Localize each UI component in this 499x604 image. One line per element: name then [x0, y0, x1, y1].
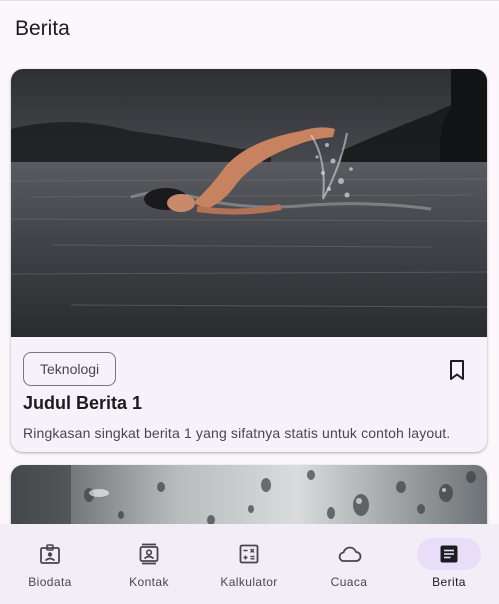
- nav-item-biodata[interactable]: Biodata: [0, 524, 100, 604]
- nav-item-cuaca[interactable]: Cuaca: [299, 524, 399, 604]
- nav-item-kalkulator[interactable]: Kalkulator: [199, 524, 299, 604]
- contacts-icon: [138, 543, 160, 565]
- bookmark-icon[interactable]: [447, 359, 467, 381]
- news-card[interactable]: [11, 465, 487, 524]
- news-summary: Ringkasan singkat berita 1 yang sifatnya…: [23, 425, 451, 441]
- category-chip[interactable]: Teknologi: [23, 352, 117, 386]
- calculator-icon: [238, 543, 260, 565]
- nav-item-berita[interactable]: Berita: [399, 524, 499, 604]
- news-card[interactable]: Teknologi Judul Berita 1 Ringkasan singk…: [11, 69, 487, 452]
- nav-label: Biodata: [28, 575, 72, 589]
- news-card-body: Teknologi Judul Berita 1 Ringkasan singk…: [11, 337, 487, 452]
- nav-label: Berita: [432, 575, 466, 589]
- article-icon: [438, 543, 460, 565]
- water-droplets-photo: [11, 465, 487, 524]
- news-title[interactable]: Judul Berita 1: [23, 393, 142, 414]
- nav-label: Cuaca: [330, 575, 368, 589]
- cloud-icon: [338, 543, 362, 565]
- swimmer-photo: [11, 69, 487, 337]
- nav-label: Kalkulator: [220, 575, 278, 589]
- bottom-navigation: Biodata Kontak Kalkulator Cuaca Berita: [0, 524, 499, 604]
- page-title: Berita: [15, 17, 70, 40]
- news-card-image: [11, 465, 487, 524]
- news-card-image: [11, 69, 487, 337]
- nav-label: Kontak: [129, 575, 169, 589]
- badge-icon: [39, 543, 61, 565]
- news-feed[interactable]: Teknologi Judul Berita 1 Ringkasan singk…: [0, 56, 499, 524]
- app-bar: Berita: [0, 0, 499, 56]
- nav-item-kontak[interactable]: Kontak: [99, 524, 199, 604]
